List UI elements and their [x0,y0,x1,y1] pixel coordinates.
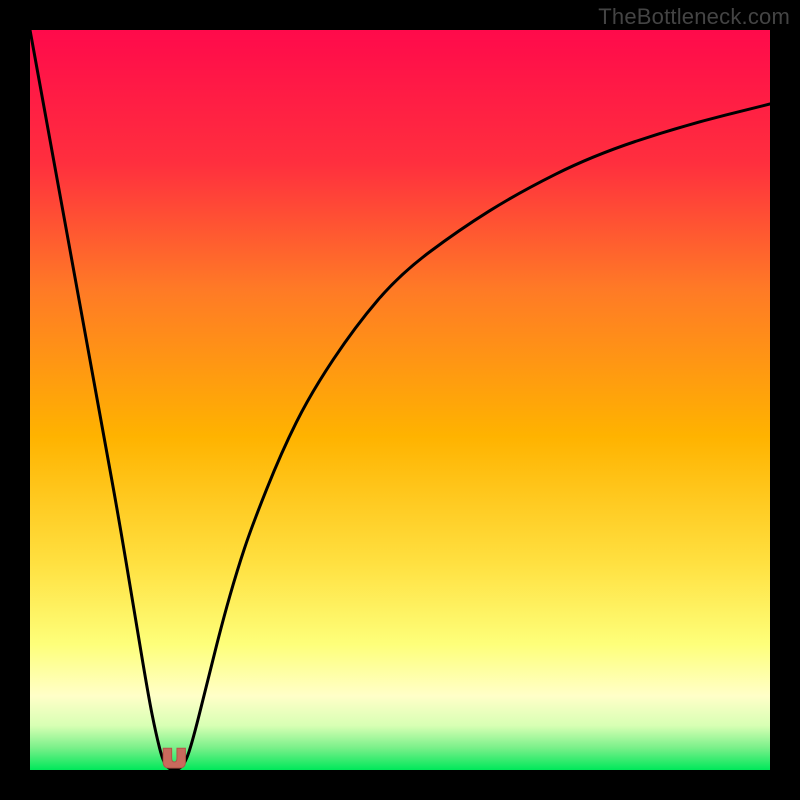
bottleneck-plot [30,30,770,770]
plot-frame [30,30,770,770]
watermark: TheBottleneck.com [598,4,790,30]
